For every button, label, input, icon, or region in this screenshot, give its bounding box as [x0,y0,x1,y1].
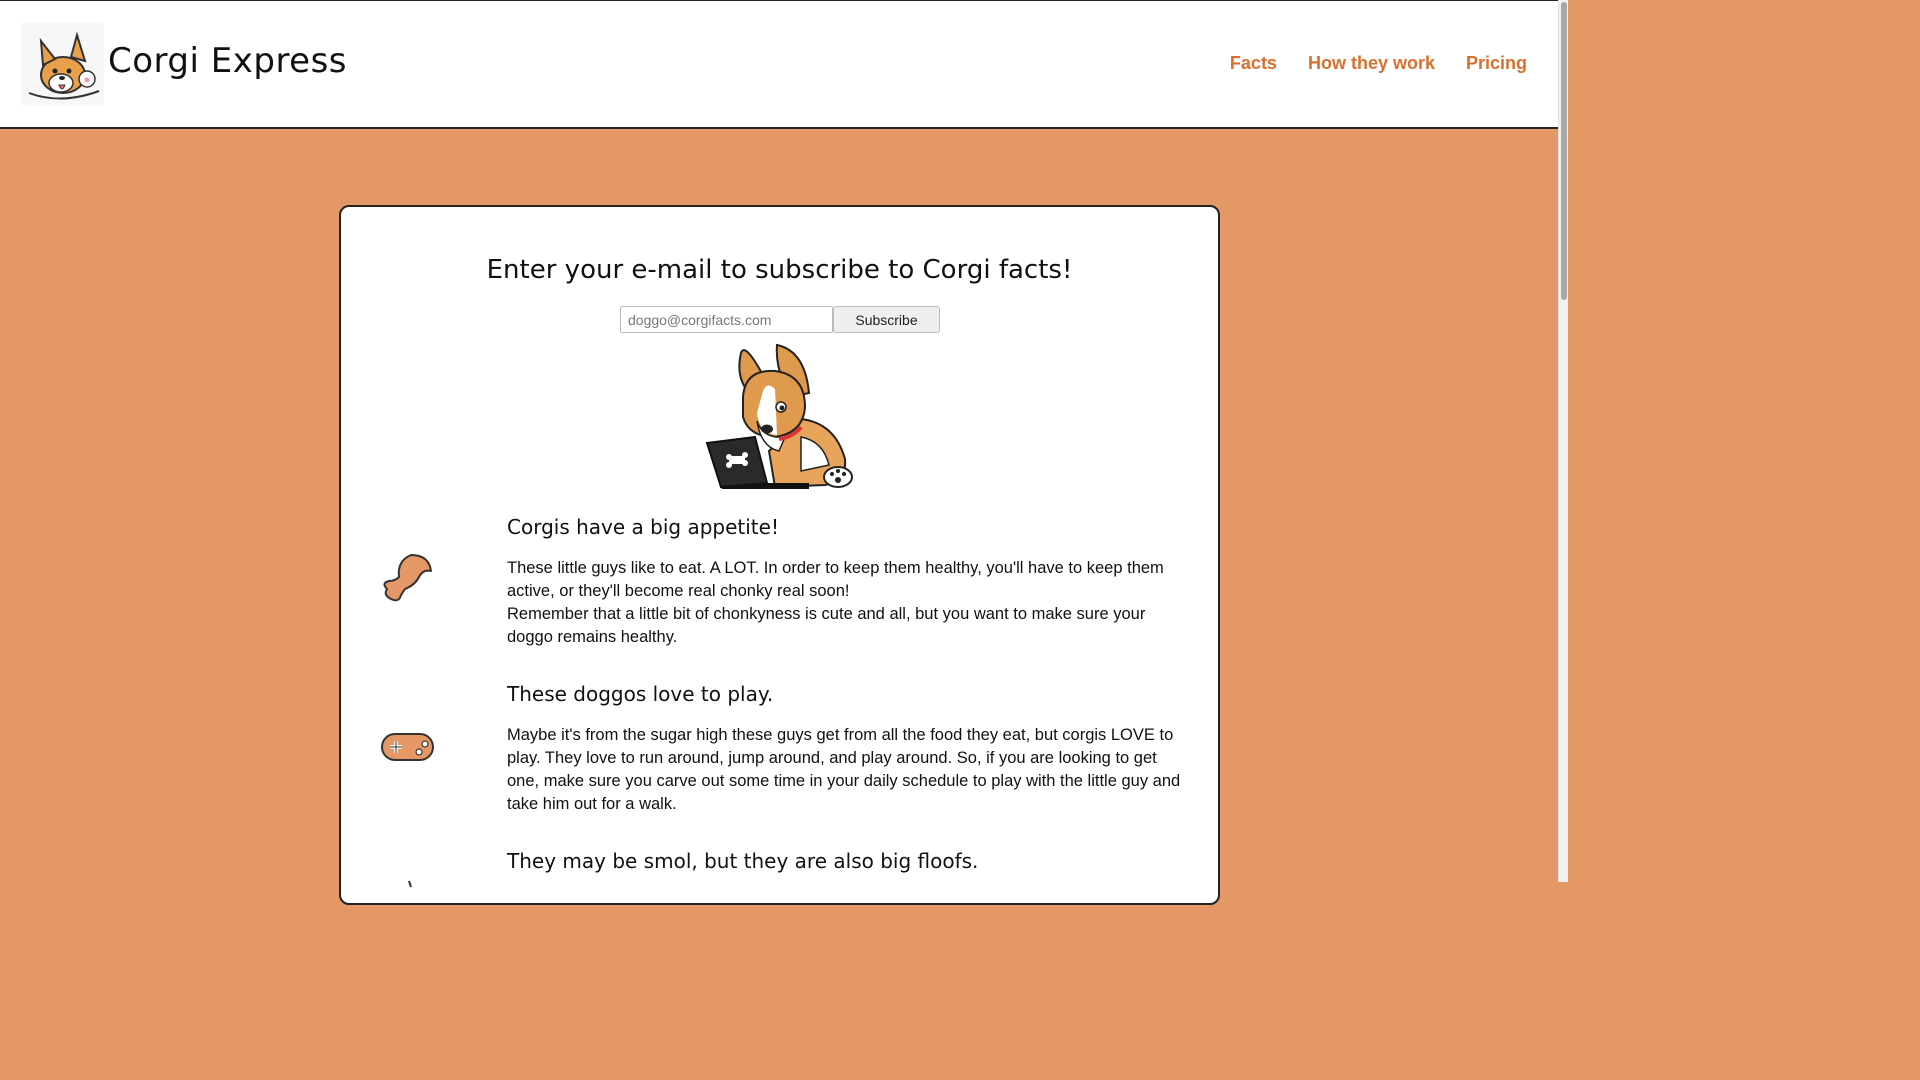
drumstick-icon [381,551,435,605]
fluff-icon [381,879,435,933]
corgi-logo[interactable] [21,23,104,106]
subscribe-heading: Enter your e-mail to subscribe to Corgi … [486,255,1073,285]
fact-line: Remember that a little bit of chonkyness… [507,605,1146,646]
corgi-laptop-illustration [705,341,855,491]
nav-link-facts[interactable]: Facts [1230,53,1277,74]
nav-link-pricing[interactable]: Pricing [1466,53,1527,74]
fact-line: Maybe it's from the sugar high these guy… [507,726,1181,813]
fact-body: Maybe it's from the sugar high these guy… [507,724,1192,816]
fact-appetite: Corgis have a big appetite! These little… [381,515,1191,655]
gamepad-icon [381,720,435,774]
fact-title: They may be smol, but they are also big … [507,849,979,873]
scrollbar-thumb[interactable] [1561,2,1567,300]
brand-name: Corgi Express [108,41,348,81]
email-input[interactable] [620,306,833,333]
content-card: Enter your e-mail to subscribe to Corgi … [339,205,1220,905]
top-nav: Facts How they work Pricing [1230,53,1527,74]
nav-link-how-they-work[interactable]: How they work [1308,53,1435,74]
fact-line: These little guys like to eat. A LOT. In… [507,559,1164,600]
fact-title: These doggos love to play. [507,682,774,706]
page-scrollbar[interactable] [1558,0,1568,882]
fact-body: These little guys like to eat. A LOT. In… [507,557,1192,649]
site-header: Corgi Express Facts How they work Pricin… [0,0,1558,129]
fact-play: These doggos love to play. Maybe it's fr… [381,682,1191,822]
subscribe-button[interactable]: Subscribe [833,306,940,333]
subscribe-form: Subscribe [620,306,940,333]
fact-floof: They may be smol, but they are also big … [381,849,1191,909]
fact-title: Corgis have a big appetite! [507,515,779,539]
